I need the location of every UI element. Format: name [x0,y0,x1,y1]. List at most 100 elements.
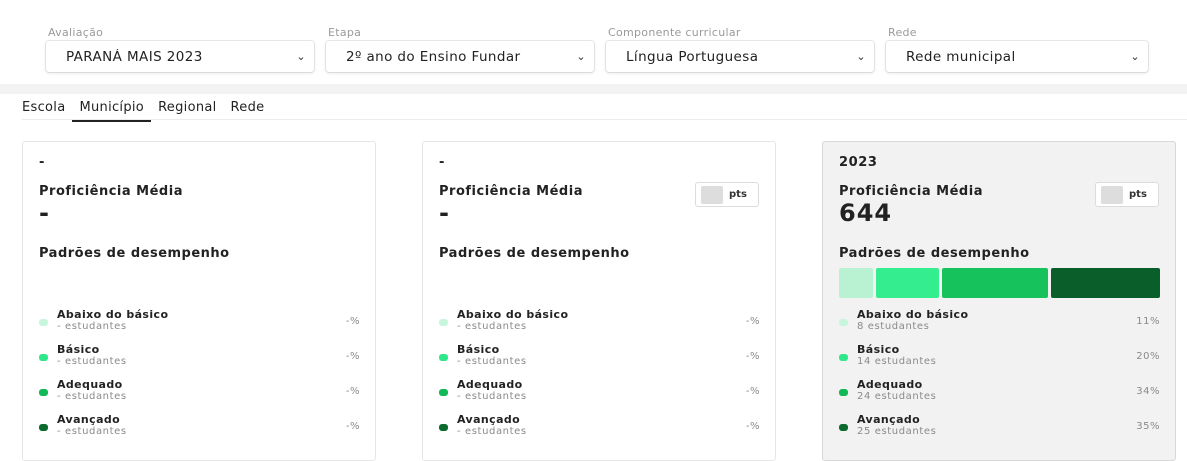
level-count: - estudantes [457,426,527,437]
proficiency-label: Proficiência Média [39,184,183,199]
avaliacao-select[interactable]: PARANÁ MAIS 2023 ⌄ [46,41,314,72]
level-percent: 11% [1136,316,1160,327]
level-dot [39,389,48,396]
level-count: 8 estudantes [857,321,930,332]
level-name: Adequado [857,378,923,391]
level-avancado: Avançado 25 estudantes 35% [839,413,1160,448]
level-name: Abaixo do básico [857,308,969,321]
levels-title: Padrões de desempenho [39,246,230,261]
level-name: Básico [857,343,900,356]
level-dot [439,354,448,361]
level-dot [439,389,448,396]
filter-etapa: Etapa 2º ano do Ensino Fundar ⌄ [326,26,594,72]
toggle-swatch [1101,185,1123,204]
componente-select[interactable]: Língua Portuguesa ⌄ [606,41,874,72]
rede-select[interactable]: Rede municipal ⌄ [886,41,1148,72]
tab-bar: Escola Município Regional Rede [22,98,271,124]
level-percent: -% [345,316,360,327]
level-adequado: Adequado 24 estudantes 34% [839,378,1160,413]
filter-label: Componente curricular [608,26,741,39]
filter-componente: Componente curricular Língua Portuguesa … [606,26,874,72]
level-dot [39,319,48,326]
level-basico: Básico 14 estudantes 20% [839,343,1160,378]
select-value: Rede municipal [906,48,1016,65]
level-name: Básico [457,343,500,356]
level-dot [39,354,48,361]
level-percent: -% [745,386,760,397]
proficiency-value: 644 [839,199,893,227]
dist-seg-adequado [941,268,1048,298]
level-adequado: Adequado - estudantes -% [39,378,360,413]
level-count: 24 estudantes [857,391,937,402]
divider-band [0,84,1187,94]
level-name: Adequado [57,378,123,391]
level-dot [439,424,448,431]
filter-label: Avaliação [48,26,104,39]
level-percent: 20% [1136,351,1160,362]
filter-label: Rede [888,26,917,39]
select-value: 2º ano do Ensino Fundar [346,48,521,65]
level-count: - estudantes [457,321,527,332]
result-card: - Proficiência Média - pts Padrões de de… [422,141,776,461]
level-percent: 34% [1136,386,1160,397]
select-value: Língua Portuguesa [626,48,759,65]
level-count: - estudantes [457,391,527,402]
level-percent: -% [745,421,760,432]
level-basico: Básico - estudantes -% [439,343,760,378]
levels-list: Abaixo do básico 8 estudantes 11% Básico… [839,308,1160,448]
level-name: Avançado [857,413,921,426]
level-name: Abaixo do básico [57,308,169,321]
levels-title: Padrões de desempenho [839,246,1030,261]
etapa-select[interactable]: 2º ano do Ensino Fundar ⌄ [326,41,594,72]
levels-title: Padrões de desempenho [439,246,630,261]
level-name: Básico [57,343,100,356]
level-dot [39,424,48,431]
level-dot [839,389,848,396]
pts-toggle[interactable]: pts [695,182,759,207]
proficiency-label: Proficiência Média [839,184,983,199]
level-count: - estudantes [57,391,127,402]
distribution-bar [839,268,1160,298]
level-avancado: Avançado - estudantes -% [39,413,360,448]
level-count: 25 estudantes [857,426,937,437]
level-name: Avançado [457,413,521,426]
proficiency-value: - [39,199,50,227]
level-dot [839,319,848,326]
pts-label: pts [729,189,747,200]
filter-bar: Avaliação PARANÁ MAIS 2023 ⌄ Etapa 2º an… [0,0,1187,84]
level-abaixo: Abaixo do básico - estudantes -% [439,308,760,343]
levels-list: Abaixo do básico - estudantes -% Básico … [39,308,360,448]
filter-label: Etapa [328,26,362,39]
level-abaixo: Abaixo do básico 8 estudantes 11% [839,308,1160,343]
level-dot [439,319,448,326]
pts-toggle[interactable]: pts [1095,182,1159,207]
level-percent: -% [345,421,360,432]
level-percent: 35% [1136,421,1160,432]
level-abaixo: Abaixo do básico - estudantes -% [39,308,360,343]
result-card: - Proficiência Média - Padrões de desemp… [22,141,376,461]
level-avancado: Avançado - estudantes -% [439,413,760,448]
proficiency-value: - [439,199,450,227]
level-percent: -% [345,386,360,397]
level-count: - estudantes [57,321,127,332]
filter-avaliacao: Avaliação PARANÁ MAIS 2023 ⌄ [46,26,314,72]
chevron-down-icon: ⌄ [856,50,866,63]
level-name: Abaixo do básico [457,308,569,321]
tab-divider [22,119,1187,120]
level-count: 14 estudantes [857,356,937,367]
filter-rede: Rede Rede municipal ⌄ [886,26,1148,72]
level-count: - estudantes [457,356,527,367]
toggle-swatch [701,185,723,204]
level-basico: Básico - estudantes -% [39,343,360,378]
chevron-down-icon: ⌄ [1130,50,1140,63]
proficiency-label: Proficiência Média [439,184,583,199]
level-percent: -% [745,316,760,327]
level-count: - estudantes [57,426,127,437]
level-dot [839,354,848,361]
pts-label: pts [1129,189,1147,200]
chevron-down-icon: ⌄ [296,50,306,63]
dist-seg-basico [876,268,939,298]
dist-seg-avancado [1050,268,1160,298]
result-card: 2023 Proficiência Média 644 pts Padrões … [822,141,1176,461]
level-count: - estudantes [57,356,127,367]
